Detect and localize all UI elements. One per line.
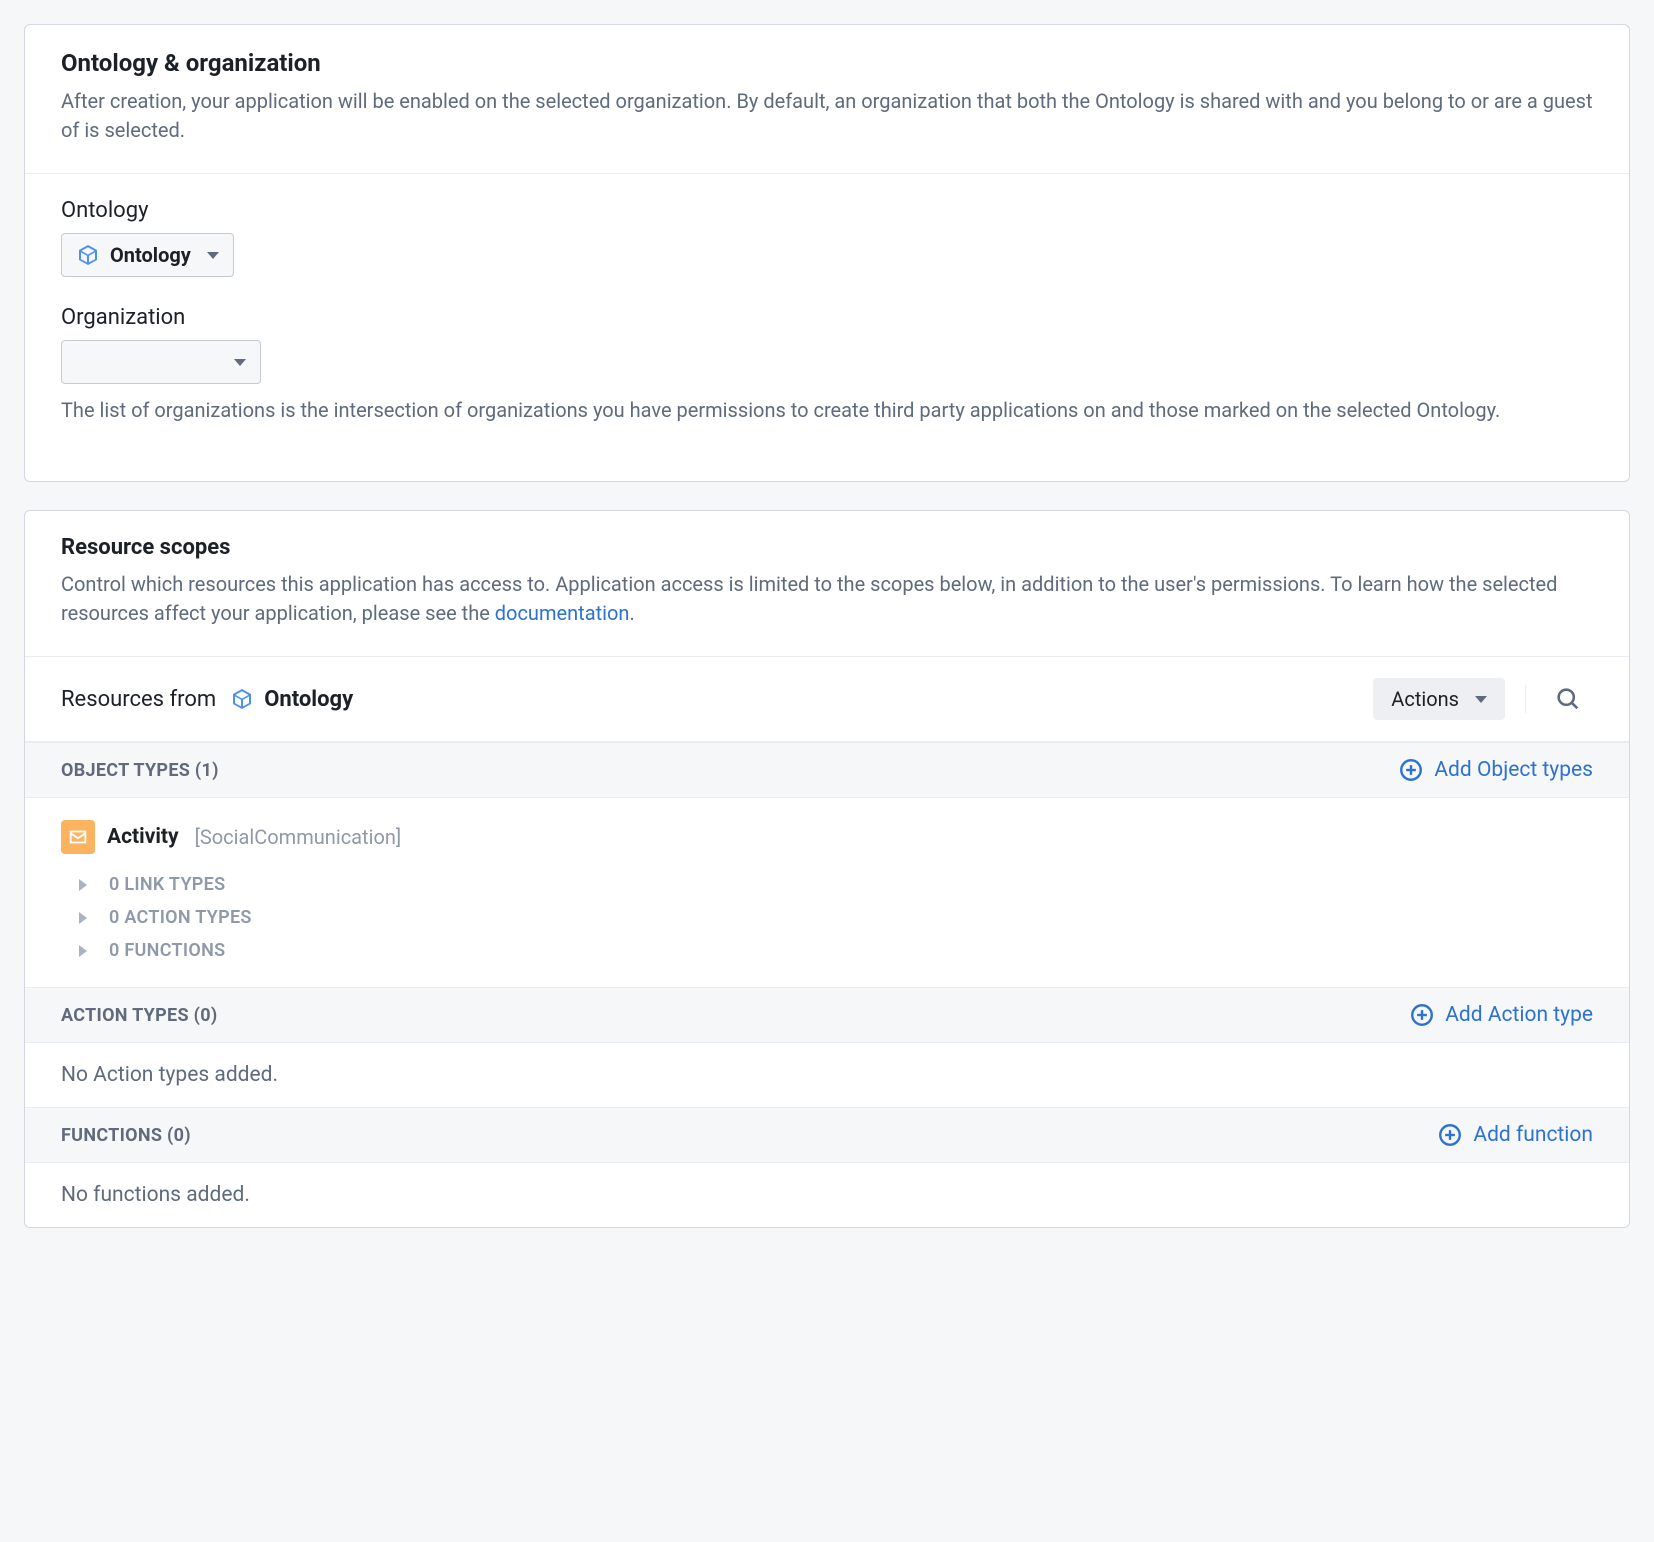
panel-body: Ontology Ontology Organization The list … xyxy=(25,174,1629,481)
functions-header: FUNCTIONS (0) Add function xyxy=(25,1107,1629,1163)
sub-item-label: 0 LINK TYPES xyxy=(109,874,225,895)
object-name: Activity xyxy=(107,825,179,849)
resources-bar-right: Actions xyxy=(1373,678,1629,720)
add-object-types-button[interactable]: Add Object types xyxy=(1398,757,1593,783)
caret-right-icon xyxy=(79,879,87,891)
object-id: [SocialCommunication] xyxy=(195,825,402,849)
link-types-expander[interactable]: 0 LINK TYPES xyxy=(79,868,1593,901)
description-text-post: . xyxy=(629,601,634,625)
caret-right-icon xyxy=(79,945,87,957)
ontology-select[interactable]: Ontology xyxy=(61,233,234,277)
panel-header: Resource scopes Control which resources … xyxy=(25,511,1629,656)
organization-select[interactable] xyxy=(61,340,261,384)
description-text: Control which resources this application… xyxy=(61,572,1557,625)
plus-circle-icon xyxy=(1409,1002,1435,1028)
chevron-down-icon xyxy=(1475,696,1487,703)
panel-description: After creation, your application will be… xyxy=(61,87,1593,145)
cube-icon xyxy=(230,687,254,711)
plus-circle-icon xyxy=(1437,1122,1463,1148)
panel-header: Ontology & organization After creation, … xyxy=(25,25,1629,174)
resources-ontology-name: Ontology xyxy=(264,687,353,712)
ontology-field: Ontology Ontology xyxy=(61,198,1593,277)
ontology-field-label: Ontology xyxy=(61,198,1593,223)
section-label: OBJECT TYPES (1) xyxy=(61,760,219,781)
chevron-down-icon xyxy=(207,252,219,259)
search-button[interactable] xyxy=(1525,685,1609,713)
add-label: Add Object types xyxy=(1434,758,1593,782)
resources-from-label: Resources from xyxy=(61,687,216,712)
object-header: Activity [SocialCommunication] xyxy=(61,820,1593,854)
ontology-select-value: Ontology xyxy=(110,243,191,267)
ontology-organization-panel: Ontology & organization After creation, … xyxy=(24,24,1630,482)
sub-item-label: 0 FUNCTIONS xyxy=(109,940,225,961)
action-types-expander[interactable]: 0 ACTION TYPES xyxy=(79,901,1593,934)
resource-scopes-panel: Resource scopes Control which resources … xyxy=(24,510,1630,1228)
sub-item-label: 0 ACTION TYPES xyxy=(109,907,252,928)
object-sub-list: 0 LINK TYPES 0 ACTION TYPES 0 FUNCTIONS xyxy=(61,868,1593,967)
resources-bar: Resources from Ontology Actions xyxy=(25,656,1629,742)
panel-title: Resource scopes xyxy=(61,535,1593,560)
panel-title: Ontology & organization xyxy=(61,49,1593,77)
organization-help-text: The list of organizations is the interse… xyxy=(61,396,1593,425)
action-types-header: ACTION TYPES (0) Add Action type xyxy=(25,987,1629,1043)
search-icon xyxy=(1554,685,1582,713)
chevron-down-icon xyxy=(234,359,246,366)
actions-dropdown-label: Actions xyxy=(1391,687,1459,711)
add-label: Add Action type xyxy=(1445,1003,1593,1027)
section-label: FUNCTIONS (0) xyxy=(61,1125,191,1146)
object-type-item: Activity [SocialCommunication] 0 LINK TY… xyxy=(25,798,1629,987)
functions-expander[interactable]: 0 FUNCTIONS xyxy=(79,934,1593,967)
action-types-empty: No Action types added. xyxy=(25,1043,1629,1107)
functions-empty: No functions added. xyxy=(25,1163,1629,1227)
mail-icon xyxy=(61,820,95,854)
actions-dropdown[interactable]: Actions xyxy=(1373,678,1505,720)
add-function-button[interactable]: Add function xyxy=(1437,1122,1593,1148)
section-label: ACTION TYPES (0) xyxy=(61,1005,217,1026)
organization-field-label: Organization xyxy=(61,305,1593,330)
add-action-type-button[interactable]: Add Action type xyxy=(1409,1002,1593,1028)
organization-field: Organization The list of organizations i… xyxy=(61,305,1593,425)
documentation-link[interactable]: documentation xyxy=(495,601,630,625)
panel-description: Control which resources this application… xyxy=(61,570,1593,628)
caret-right-icon xyxy=(79,912,87,924)
add-label: Add function xyxy=(1473,1123,1593,1147)
cube-icon xyxy=(76,243,100,267)
object-types-header: OBJECT TYPES (1) Add Object types xyxy=(25,742,1629,798)
plus-circle-icon xyxy=(1398,757,1424,783)
resources-from: Resources from Ontology xyxy=(61,687,1373,712)
